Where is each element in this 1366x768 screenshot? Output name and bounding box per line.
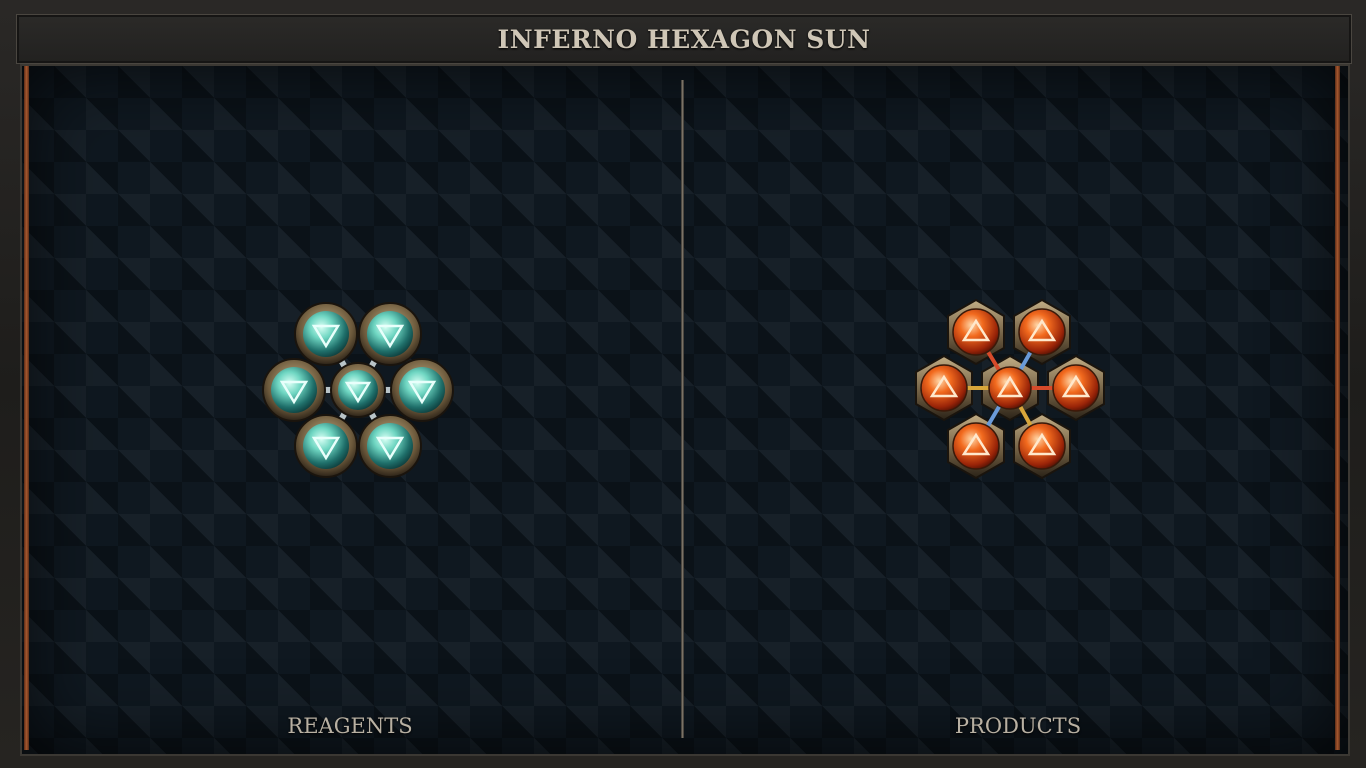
water-atom (358, 414, 422, 478)
water-atoms (262, 302, 454, 478)
right-copper-rail (1335, 66, 1340, 750)
water-atom (294, 302, 358, 366)
fire-atom (1018, 308, 1066, 356)
water-atom (262, 358, 326, 422)
panel-divider (681, 80, 684, 738)
water-atom (390, 358, 454, 422)
reagents-label: REAGENTS (287, 714, 413, 738)
products-label: PRODUCTS (954, 714, 1082, 738)
fire-atom (1052, 364, 1100, 412)
water-atom-center (330, 362, 386, 418)
reagent-molecule[interactable] (250, 292, 466, 488)
water-atom (294, 414, 358, 478)
fire-atom (952, 308, 1000, 356)
fire-atom (1018, 422, 1066, 470)
workbench-board (20, 64, 1350, 756)
water-atom (358, 302, 422, 366)
left-copper-rail (24, 66, 29, 750)
product-molecule[interactable] (906, 294, 1114, 490)
puzzle-title: INFERNO HEXAGON SUN (497, 24, 871, 54)
fire-atom-center (988, 366, 1032, 410)
fire-atom (920, 364, 968, 412)
title-bar: INFERNO HEXAGON SUN (16, 14, 1352, 64)
fire-atom (952, 422, 1000, 470)
